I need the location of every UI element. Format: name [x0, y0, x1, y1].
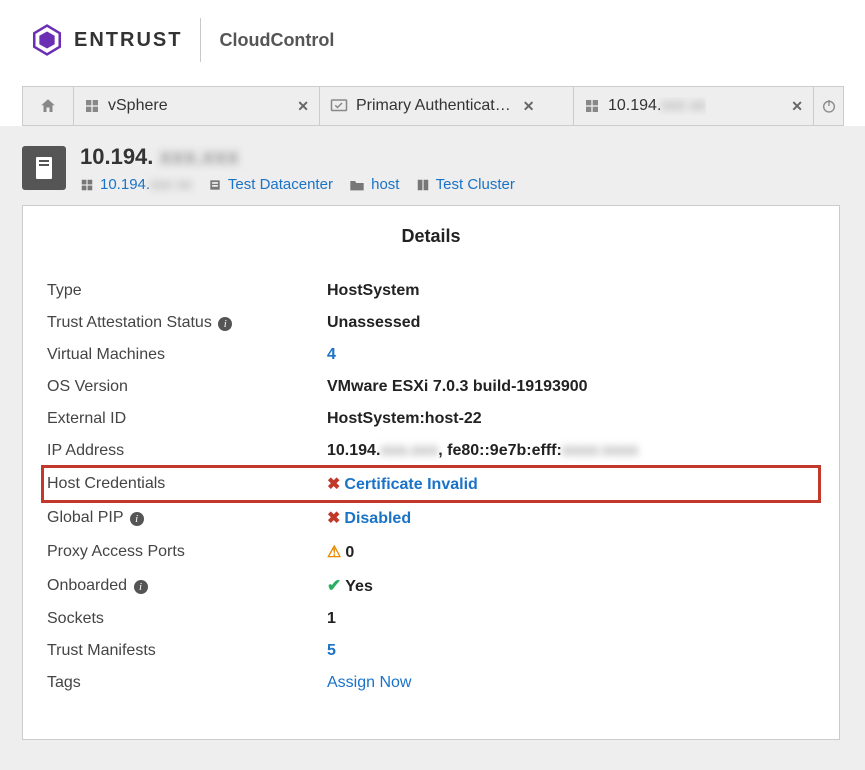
info-icon[interactable]: i	[218, 317, 232, 331]
row-external-id: External ID HostSystem:host-22	[43, 403, 819, 435]
vsphere-icon	[584, 98, 600, 114]
row-trust-status: Trust Attestation Status i Unassessed	[43, 307, 819, 339]
label-vms: Virtual Machines	[43, 339, 323, 371]
x-icon: ✖	[327, 476, 340, 493]
value-ext-id: HostSystem:host-22	[323, 403, 819, 435]
app-header: ENTRUST CloudControl	[0, 0, 865, 80]
breadcrumb-datacenter[interactable]: Test Datacenter	[228, 176, 333, 193]
info-icon[interactable]: i	[134, 580, 148, 594]
page-title: 10.194.xxx.xxx	[80, 144, 515, 170]
vsphere-icon	[80, 178, 94, 192]
brand-name: ENTRUST	[74, 29, 182, 52]
row-tags: Tags Assign Now	[43, 667, 819, 699]
value-type: HostSystem	[323, 275, 819, 307]
breadcrumb-folder[interactable]: host	[371, 176, 399, 193]
row-onboarded: Onboarded i ✔Yes	[43, 569, 819, 603]
vsphere-icon	[84, 98, 100, 114]
value-onboarded: ✔Yes	[323, 569, 819, 603]
value-trust-status: Unassessed	[323, 307, 819, 339]
label-onboarded: Onboarded i	[43, 569, 323, 603]
close-icon[interactable]: ✕	[297, 98, 309, 115]
assign-tags-link[interactable]: Assign Now	[327, 674, 411, 691]
value-sockets: 1	[323, 603, 819, 635]
label-proxy-ports: Proxy Access Ports	[43, 535, 323, 569]
tab-primary-auth[interactable]: Primary Authenticat… ✕	[320, 86, 574, 126]
power-icon	[821, 98, 837, 114]
header-divider	[200, 18, 201, 62]
tab-label: vSphere	[108, 97, 168, 115]
label-ip: IP Address	[43, 435, 323, 467]
page-body: 10.194.xxx.xxx 10.194.xxx xx Test Datace…	[0, 126, 865, 770]
details-panel: Details Type HostSystem Trust Attestatio…	[22, 205, 840, 740]
home-icon	[39, 97, 57, 115]
value-proxy-ports: ⚠0	[323, 535, 819, 569]
close-icon[interactable]: ✕	[523, 98, 535, 115]
label-host-creds: Host Credentials	[43, 467, 323, 501]
row-proxy-access-ports: Proxy Access Ports ⚠0	[43, 535, 819, 569]
row-sockets: Sockets 1	[43, 603, 819, 635]
details-title: Details	[43, 226, 819, 247]
row-host-credentials: Host Credentials ✖Certificate Invalid	[43, 467, 819, 501]
row-virtual-machines: Virtual Machines 4	[43, 339, 819, 371]
breadcrumb: 10.194.xxx xx Test Datacenter host Test …	[80, 176, 515, 193]
label-tags: Tags	[43, 667, 323, 699]
warning-icon: ⚠	[327, 544, 341, 561]
breadcrumb-cluster[interactable]: Test Cluster	[436, 176, 515, 193]
value-os: VMware ESXi 7.0.3 build-19193900	[323, 371, 819, 403]
row-os-version: OS Version VMware ESXi 7.0.3 build-19193…	[43, 371, 819, 403]
row-global-pip: Global PIP i ✖Disabled	[43, 501, 819, 535]
tab-vsphere[interactable]: vSphere ✕	[74, 86, 320, 126]
home-tab[interactable]	[22, 86, 74, 126]
monitor-check-icon	[330, 98, 348, 114]
cluster-icon	[416, 178, 430, 192]
tab-label: Primary Authenticat…	[356, 97, 511, 115]
tab-bar: vSphere ✕ Primary Authenticat… ✕ 10.194.…	[0, 86, 865, 126]
folder-icon	[349, 178, 365, 192]
brand-logo: ENTRUST	[30, 23, 182, 57]
datacenter-icon	[208, 178, 222, 192]
product-name: CloudControl	[219, 30, 334, 51]
value-ip: 10.194.xxx.xxx, fe80::9e7b:efff:xxxx:xxx…	[323, 435, 819, 467]
hexagon-icon	[30, 23, 64, 57]
x-icon: ✖	[327, 510, 340, 527]
power-button[interactable]	[814, 86, 844, 126]
value-vms[interactable]: 4	[327, 346, 336, 363]
row-type: Type HostSystem	[43, 275, 819, 307]
row-trust-manifests: Trust Manifests 5	[43, 635, 819, 667]
details-table: Type HostSystem Trust Attestation Status…	[43, 275, 819, 699]
label-ext-id: External ID	[43, 403, 323, 435]
value-global-pip[interactable]: Disabled	[344, 510, 411, 527]
check-icon: ✔	[327, 576, 341, 595]
label-os: OS Version	[43, 371, 323, 403]
page-header: 10.194.xxx.xxx 10.194.xxx xx Test Datace…	[22, 126, 865, 205]
value-host-creds[interactable]: Certificate Invalid	[344, 476, 477, 493]
host-icon	[22, 146, 66, 190]
close-icon[interactable]: ✕	[791, 98, 803, 115]
label-global-pip: Global PIP i	[43, 501, 323, 535]
breadcrumb-vcenter[interactable]: 10.194.xxx xx	[100, 176, 192, 193]
info-icon[interactable]: i	[130, 512, 144, 526]
label-type: Type	[43, 275, 323, 307]
row-ip-address: IP Address 10.194.xxx.xxx, fe80::9e7b:ef…	[43, 435, 819, 467]
label-trust-manifests: Trust Manifests	[43, 635, 323, 667]
value-trust-manifests[interactable]: 5	[327, 642, 336, 659]
tab-host-ip[interactable]: 10.194.xxx xx ✕	[574, 86, 814, 126]
label-trust-status: Trust Attestation Status i	[43, 307, 323, 339]
tab-label: 10.194.xxx xx	[608, 97, 706, 115]
label-sockets: Sockets	[43, 603, 323, 635]
